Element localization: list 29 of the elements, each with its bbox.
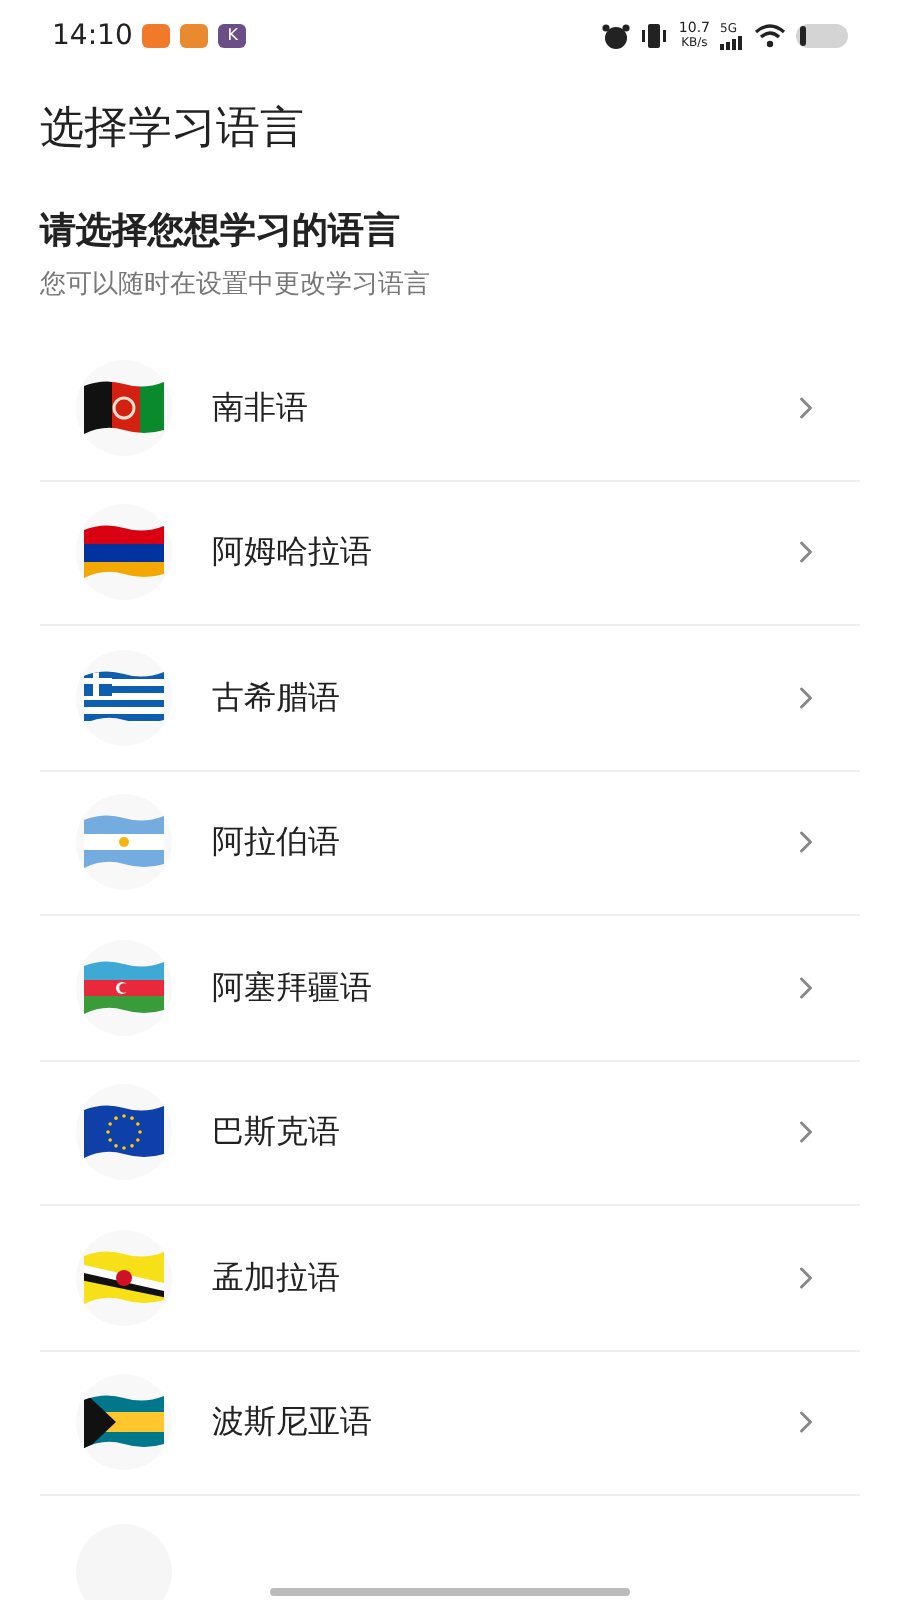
language-item[interactable]: 孟加拉语	[40, 1206, 860, 1351]
language-item[interactable]: 阿拉伯语	[40, 771, 860, 916]
app-notification-icon	[180, 24, 209, 48]
wifi-icon	[754, 24, 786, 48]
language-item[interactable]: 古希腊语	[40, 626, 860, 771]
language-item[interactable]: 南非语	[40, 336, 860, 481]
language-item[interactable]: 巴斯克语	[40, 1061, 860, 1206]
language-name: 阿姆哈拉语	[212, 530, 374, 575]
language-name: 波斯尼亚语	[212, 1400, 374, 1445]
language-name: 孟加拉语	[212, 1255, 342, 1300]
home-indicator[interactable]	[270, 1588, 630, 1596]
language-item[interactable]: 阿姆哈拉语	[40, 481, 860, 626]
signal-icon	[720, 35, 744, 49]
section-heading: 请选择您想学习的语言	[37, 208, 402, 256]
status-time: 14:10	[52, 17, 133, 55]
language-item[interactable]: 阿塞拜疆语	[40, 916, 860, 1061]
language-name: 南非语	[212, 385, 310, 430]
language-item[interactable]: 波斯尼亚语	[40, 1351, 860, 1496]
battery-icon	[796, 24, 848, 48]
language-name: 古希腊语	[212, 675, 342, 720]
section-subtitle: 您可以随时在设置中更改学习语言	[38, 268, 432, 304]
app-badge: K	[218, 24, 247, 48]
alarm-icon	[602, 23, 631, 49]
language-name: 巴斯克语	[212, 1110, 342, 1155]
language-name: 阿拉伯语	[212, 820, 342, 865]
vibrate-icon	[640, 24, 669, 48]
language-name: 阿塞拜疆语	[212, 965, 374, 1010]
app-notification-icon	[142, 24, 171, 48]
page-title: 选择学习语言	[38, 102, 306, 158]
